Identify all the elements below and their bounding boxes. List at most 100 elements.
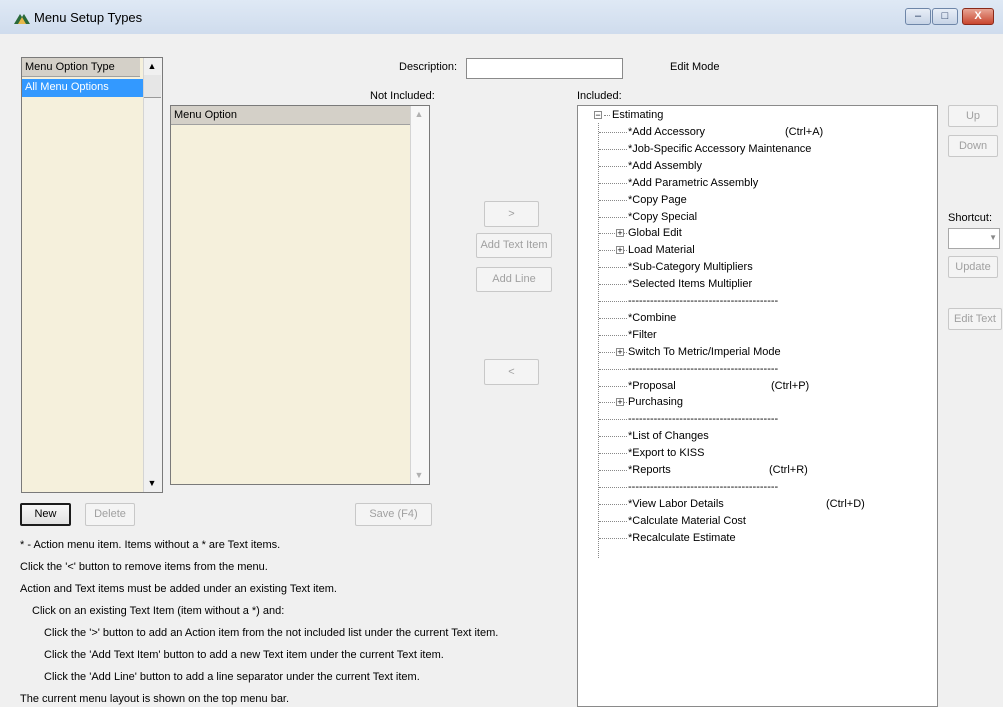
new-button[interactable]: New	[20, 503, 71, 526]
tree-item[interactable]: *Add Accessory	[628, 124, 705, 140]
minimize-button[interactable]: –	[905, 8, 931, 25]
tree-connector	[599, 419, 627, 421]
tree-item[interactable]: ----------------------------------------…	[628, 411, 778, 427]
tree-connector	[599, 470, 627, 471]
tree-item[interactable]: *Copy Special	[628, 209, 697, 225]
help-line-action-items: * - Action menu item. Items without a * …	[20, 539, 281, 551]
shortcut-select[interactable]: ▼	[948, 228, 1000, 249]
tree-connector	[599, 301, 627, 302]
update-button[interactable]: Update	[948, 256, 998, 278]
tree-connector	[599, 503, 627, 505]
expand-icon[interactable]: +	[616, 246, 624, 255]
tree-item-shortcut: (Ctrl+P)	[771, 379, 810, 392]
tree-connector	[599, 334, 627, 336]
tree-connector	[599, 284, 627, 286]
tree-item[interactable]: ----------------------------------------…	[628, 479, 778, 495]
add-line-button[interactable]: Add Line	[476, 267, 552, 292]
help-line-add-text: Click the 'Add Text Item' button to add …	[44, 649, 444, 661]
help-line-remove: Click the '<' button to remove items fro…	[20, 561, 268, 573]
app-icon	[14, 14, 30, 24]
shortcut-label: Shortcut:	[948, 212, 993, 224]
tree-item[interactable]: Purchasing	[628, 394, 683, 410]
tree-connector	[599, 165, 627, 167]
save-button[interactable]: Save (F4)	[355, 503, 432, 526]
add-text-item-button[interactable]: Add Text Item	[476, 233, 552, 258]
tree-item[interactable]: *Export to KISS	[628, 445, 704, 461]
tree-item[interactable]: Global Edit	[628, 225, 682, 241]
tree-connector	[599, 182, 627, 184]
up-button[interactable]: Up	[948, 105, 998, 127]
tree-root-estimating[interactable]: Estimating	[612, 107, 663, 123]
description-label: Description:	[399, 61, 458, 73]
tree-item[interactable]: *Selected Items Multiplier	[628, 276, 752, 292]
help-line-add-action: Click the '>' button to add an Action it…	[44, 627, 499, 639]
help-line-menu-layout: The current menu layout is shown on the …	[20, 693, 290, 705]
close-button[interactable]: X	[962, 8, 994, 25]
collapse-icon[interactable]: −	[594, 111, 602, 120]
scroll-thumb[interactable]	[144, 75, 161, 98]
menu-option-header[interactable]: Menu Option	[171, 106, 411, 125]
tree-connector	[599, 537, 627, 539]
tree-item[interactable]: *Add Parametric Assembly	[628, 175, 758, 191]
scroll-up-icon[interactable]: ▲	[144, 58, 160, 75]
tree-connector	[599, 368, 627, 370]
edit-mode-label: Edit Mode	[670, 61, 720, 73]
tree-connector	[599, 436, 627, 438]
scroll-down-icon[interactable]: ▼	[411, 467, 427, 484]
scroll-up-icon[interactable]: ▲	[411, 106, 427, 123]
included-tree[interactable]: − Estimating *Add Accessory (Ctrl+A) *Job-…	[577, 105, 938, 707]
tree-item[interactable]: Load Material	[628, 242, 695, 258]
tree-item[interactable]: *Proposal	[628, 378, 676, 394]
not-included-scrollbar[interactable]: ▲ ▼	[410, 106, 429, 484]
menu-type-scrollbar[interactable]: ▲ ▼	[143, 58, 162, 492]
tree-item[interactable]: Switch To Metric/Imperial Mode	[628, 344, 781, 360]
move-right-button[interactable]: >	[484, 201, 539, 227]
tree-item[interactable]: *Add Assembly	[628, 158, 702, 174]
chevron-down-icon[interactable]: ▼	[989, 233, 997, 242]
expand-icon[interactable]: +	[616, 229, 624, 238]
tree-item[interactable]: *Sub-Category Multipliers	[628, 259, 753, 275]
tree-item[interactable]: ----------------------------------------…	[628, 361, 778, 377]
scroll-down-icon[interactable]: ▼	[144, 475, 160, 492]
included-label: Included:	[577, 90, 622, 102]
tree-item[interactable]: *Copy Page	[628, 192, 687, 208]
tree-connector	[599, 317, 627, 319]
tree-connector	[599, 486, 627, 488]
tree-connector	[599, 199, 627, 201]
tree-item[interactable]: *View Labor Details	[628, 496, 724, 512]
edit-text-button[interactable]: Edit Text	[948, 308, 1002, 330]
tree-item[interactable]: *Filter	[628, 327, 657, 343]
tree-connector	[599, 267, 627, 269]
tree-item[interactable]: *Calculate Material Cost	[628, 513, 746, 529]
menu-type-list[interactable]: Menu Option Type All Menu Options ▲ ▼	[21, 57, 163, 493]
menu-type-item-all[interactable]: All Menu Options	[22, 79, 143, 97]
tree-connector	[599, 453, 627, 455]
help-line-click-existing: Click on an existing Text Item (item wit…	[32, 605, 285, 617]
tree-item[interactable]: *List of Changes	[628, 428, 709, 444]
not-included-list[interactable]: Menu Option ▲ ▼	[170, 105, 430, 485]
delete-button[interactable]: Delete	[85, 503, 135, 526]
help-line-add-line: Click the 'Add Line' button to add a lin…	[44, 671, 420, 683]
title-bar: Menu Setup Types – □ X	[0, 0, 1003, 34]
not-included-label: Not Included:	[370, 90, 435, 102]
tree-item[interactable]: *Reports	[628, 462, 671, 478]
tree-connector	[599, 132, 627, 133]
tree-item[interactable]: ----------------------------------------…	[628, 293, 778, 309]
description-input[interactable]	[466, 58, 623, 79]
tree-item[interactable]: *Combine	[628, 310, 676, 326]
tree-item-shortcut: (Ctrl+R)	[769, 464, 808, 476]
down-button[interactable]: Down	[948, 135, 998, 157]
tree-item-shortcut: (Ctrl+A)	[785, 126, 824, 138]
help-line-must-add: Action and Text items must be added unde…	[20, 583, 337, 595]
tree-item-shortcut: (Ctrl+D)	[826, 497, 865, 510]
expand-icon[interactable]: +	[616, 398, 624, 407]
window-title: Menu Setup Types	[34, 10, 143, 25]
tree-item[interactable]: *Recalculate Estimate	[628, 530, 736, 546]
move-left-button[interactable]: <	[484, 359, 539, 385]
maximize-button[interactable]: □	[932, 8, 958, 25]
expand-icon[interactable]: +	[616, 347, 624, 356]
tree-connector	[599, 216, 627, 218]
tree-item[interactable]: *Job-Specific Accessory Maintenance	[628, 141, 811, 157]
tree-connector	[599, 385, 627, 387]
menu-type-header[interactable]: Menu Option Type	[22, 58, 140, 77]
